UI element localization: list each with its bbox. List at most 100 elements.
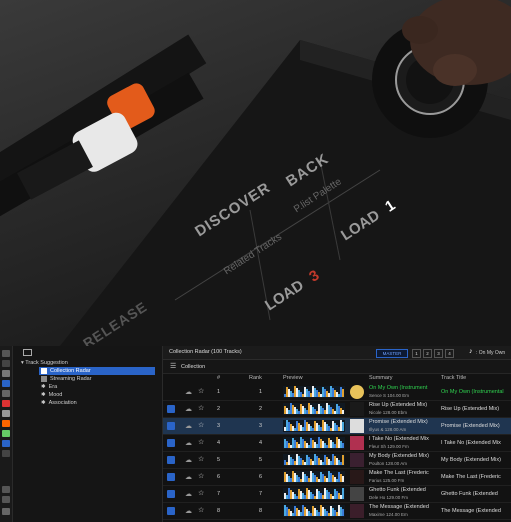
tool-icon[interactable] bbox=[2, 370, 10, 377]
device-icon[interactable] bbox=[2, 450, 10, 457]
deck-2-button[interactable]: 2 bbox=[423, 349, 432, 358]
note-icon: ♪ bbox=[469, 348, 473, 355]
summary-meta: Sence S 104.00 Em bbox=[369, 393, 410, 398]
cloud-icon[interactable]: ☁ bbox=[185, 507, 192, 515]
star-icon[interactable]: ☆ bbox=[198, 455, 204, 463]
monitor-icon[interactable] bbox=[2, 486, 10, 493]
tree-item-label: Streaming Radar bbox=[50, 376, 92, 382]
bookmark-icon[interactable] bbox=[2, 350, 10, 357]
star-icon[interactable]: ☆ bbox=[198, 489, 204, 497]
star-icon[interactable]: ☆ bbox=[198, 506, 204, 514]
table-row[interactable]: ☁ ☆ 1 1 On My Own (Instrument Sence S 104.00 … bbox=[163, 384, 511, 401]
track-title: The Message (Extended bbox=[441, 508, 501, 514]
star-icon[interactable]: ☆ bbox=[198, 404, 204, 412]
track-number: 7 bbox=[217, 491, 221, 497]
star-icon[interactable]: ☆ bbox=[198, 421, 204, 429]
track-title: Make The Last (Frederic bbox=[441, 474, 501, 480]
table-row[interactable]: ☁ ☆ 6 6 Make The Last (Frederic Farius 125.00… bbox=[163, 469, 511, 486]
tree-root[interactable]: ▾ Track Suggestion bbox=[21, 359, 68, 367]
track-title: Promise (Extended Mix) bbox=[441, 423, 500, 429]
export-icon[interactable] bbox=[2, 508, 10, 515]
col-rank[interactable]: Rank bbox=[249, 374, 262, 383]
crumb-collection[interactable]: Collection bbox=[181, 364, 205, 370]
usb-icon[interactable] bbox=[2, 496, 10, 503]
music-icon[interactable] bbox=[2, 400, 10, 407]
tree-item-collection-radar[interactable]: Collection Radar bbox=[39, 367, 155, 375]
soundcloud-icon[interactable] bbox=[2, 420, 10, 427]
folder-icon[interactable] bbox=[2, 440, 10, 447]
table-row[interactable]: ☁ ☆ 3 3 Promise (Extended Mix) Illyus & 128.0… bbox=[163, 418, 511, 435]
waveform-preview[interactable] bbox=[283, 505, 345, 517]
col-num[interactable]: # bbox=[217, 374, 220, 383]
tree-header-icon[interactable] bbox=[23, 349, 32, 356]
cloud-icon[interactable]: ☁ bbox=[185, 439, 192, 447]
track-title: My Body (Extended Mix) bbox=[441, 457, 501, 463]
cloud-icon[interactable]: ☁ bbox=[185, 473, 192, 481]
beatport-icon[interactable] bbox=[2, 430, 10, 437]
star-icon[interactable]: ☆ bbox=[198, 438, 204, 446]
tree-item-association[interactable]: ✱ Association bbox=[41, 399, 77, 407]
waveform-preview[interactable] bbox=[283, 454, 345, 466]
waveform-bar bbox=[342, 455, 344, 465]
table-row[interactable]: ☁ ☆ 8 8 The Message (Extended Maxime 124.00 E… bbox=[163, 503, 511, 520]
add-to-deck-icon[interactable] bbox=[167, 405, 175, 413]
waveform-preview[interactable] bbox=[283, 420, 345, 432]
col-summary[interactable]: Summary bbox=[369, 374, 393, 383]
waveform-preview[interactable] bbox=[283, 471, 345, 483]
col-track-title[interactable]: Track Title bbox=[441, 374, 466, 383]
cloud-icon[interactable]: ☁ bbox=[185, 422, 192, 430]
track-number: 3 bbox=[217, 423, 221, 429]
waveform-bar bbox=[342, 476, 344, 482]
deck-4-button[interactable]: 4 bbox=[445, 349, 454, 358]
add-to-deck-icon[interactable] bbox=[167, 456, 175, 464]
master-button[interactable]: MASTER bbox=[376, 349, 408, 358]
summary-title: Ghetto Funk (Extended bbox=[369, 487, 426, 493]
summary-meta: Dele Ho 129.00 Fm bbox=[369, 495, 409, 500]
tree-item-mood[interactable]: ✱ Mood bbox=[41, 391, 62, 399]
track-rank: 6 bbox=[259, 474, 263, 480]
playlist-icon[interactable] bbox=[2, 390, 10, 397]
track-number: 4 bbox=[217, 440, 221, 446]
tree-root-label: Track Suggestion bbox=[25, 360, 68, 366]
menu-icon[interactable]: ☰ bbox=[170, 362, 176, 370]
track-rank: 3 bbox=[259, 423, 263, 429]
waveform-preview[interactable] bbox=[283, 488, 345, 500]
album-art bbox=[350, 487, 364, 501]
cloud-icon[interactable]: ☁ bbox=[185, 405, 192, 413]
deck-3-button[interactable]: 3 bbox=[434, 349, 443, 358]
cloud-icon[interactable]: ☁ bbox=[185, 388, 192, 396]
waveform-bar bbox=[342, 410, 344, 414]
add-to-deck-icon[interactable] bbox=[167, 422, 175, 430]
waveform-preview[interactable] bbox=[283, 403, 345, 415]
add-to-deck-icon[interactable] bbox=[167, 439, 175, 447]
album-art bbox=[350, 470, 364, 484]
collection-icon[interactable] bbox=[2, 360, 10, 367]
waveform-bar bbox=[342, 443, 344, 448]
col-preview[interactable]: Preview bbox=[283, 374, 303, 383]
star-icon[interactable]: ☆ bbox=[198, 472, 204, 480]
waveform-bar bbox=[342, 422, 344, 431]
deck-1-button[interactable]: 1 bbox=[412, 349, 421, 358]
table-row[interactable]: ☁ ☆ 7 7 Ghetto Funk (Extended Dele Ho 129.00 … bbox=[163, 486, 511, 503]
add-to-deck-icon[interactable] bbox=[167, 490, 175, 498]
tree-item-streaming-radar[interactable]: Streaming Radar bbox=[41, 375, 92, 383]
table-row[interactable]: ☁ ☆ 4 4 I Take No (Extended Mix Fleur Sh 129.… bbox=[163, 435, 511, 452]
add-to-deck-icon[interactable] bbox=[167, 507, 175, 515]
add-to-deck-icon[interactable] bbox=[167, 473, 175, 481]
cloud-icon[interactable]: ☁ bbox=[185, 490, 192, 498]
star-icon[interactable]: ☆ bbox=[198, 387, 204, 395]
controller-photo: DISCOVER Related Tracks BACK P.list Pale… bbox=[0, 0, 511, 346]
waveform-preview[interactable] bbox=[283, 386, 345, 398]
album-art bbox=[350, 453, 364, 467]
waveform-preview[interactable] bbox=[283, 437, 345, 449]
cloud-icon[interactable]: ☁ bbox=[185, 456, 192, 464]
table-row[interactable]: ☁ ☆ 2 2 Rise Up (Extended Mix) Nicole 128.00 … bbox=[163, 401, 511, 418]
summary-title: My Body (Extended Mix) bbox=[369, 453, 429, 459]
summary-title: On My Own (Instrument bbox=[369, 385, 428, 391]
waveform-bar bbox=[342, 389, 344, 397]
tree-item-era[interactable]: ✱ Era bbox=[41, 383, 57, 391]
radar-icon[interactable] bbox=[2, 380, 10, 387]
table-row[interactable]: ☁ ☆ 5 5 My Body (Extended Mix) Poulton 128.00… bbox=[163, 452, 511, 469]
tree-item-label: Association bbox=[48, 400, 77, 406]
tidal-icon[interactable] bbox=[2, 410, 10, 417]
